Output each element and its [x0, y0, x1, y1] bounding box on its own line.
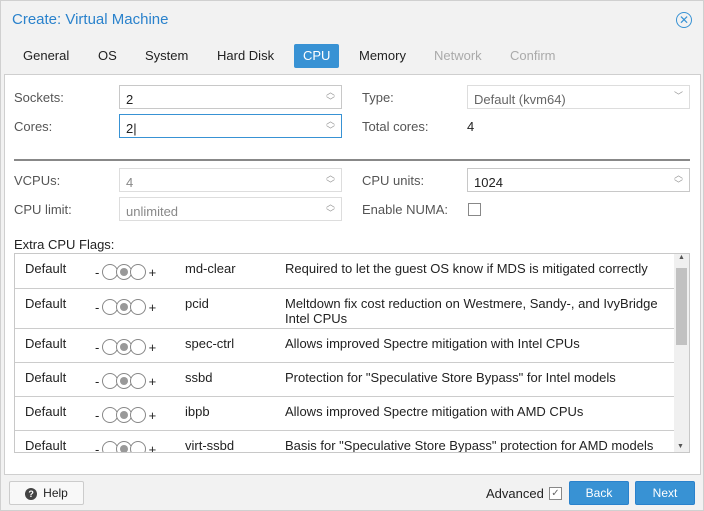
radio-on[interactable]: [129, 373, 146, 389]
cpu-limit-value: unlimited: [126, 204, 179, 219]
flag-row: Default - + md-clear Required to let the…: [15, 254, 675, 289]
flag-name: pcid: [185, 296, 209, 311]
scrollbar-thumb[interactable]: [676, 268, 687, 345]
flag-description: Allows improved Spectre mitigation with …: [285, 336, 580, 351]
flag-state: Default: [25, 261, 67, 276]
flag-state: Default: [25, 370, 67, 385]
dialog-window: Create: Virtual Machine ✕ General OS Sys…: [0, 0, 704, 511]
tab-network: Network: [434, 48, 482, 63]
help-label: Help: [43, 486, 68, 500]
advanced-checkbox[interactable]: ✓: [549, 487, 562, 500]
flag-radio-group: - +: [95, 373, 157, 389]
flag-description: Basis for "Speculative Store Bypass" pro…: [285, 438, 654, 453]
flag-radio-group: - +: [95, 264, 157, 280]
flag-name: ibpb: [185, 404, 210, 419]
radio-on[interactable]: [129, 407, 146, 423]
flag-description: Required to let the guest OS know if MDS…: [285, 261, 648, 276]
flag-state: Default: [25, 296, 67, 311]
spinner-icon[interactable]: ︿ ﹀: [674, 171, 683, 189]
tab-memory[interactable]: Memory: [350, 44, 415, 68]
numa-label: Enable NUMA:: [362, 202, 448, 217]
extra-flags-label: Extra CPU Flags:: [14, 237, 115, 252]
flag-description: Meltdown fix cost reduction on Westmere,…: [285, 296, 658, 326]
flag-state: Default: [25, 336, 67, 351]
back-button[interactable]: Back: [569, 481, 629, 505]
radio-on[interactable]: [129, 339, 146, 355]
dialog-title: Create: Virtual Machine: [12, 11, 169, 28]
numa-checkbox[interactable]: [468, 203, 481, 216]
total-cores-label: Total cores:: [362, 119, 429, 134]
next-button[interactable]: Next: [635, 481, 695, 505]
tab-confirm: Confirm: [510, 48, 556, 63]
tab-hard-disk[interactable]: Hard Disk: [208, 44, 283, 68]
flag-row: Default - + ibpb Allows improved Spectre…: [15, 397, 675, 431]
tab-general[interactable]: General: [14, 44, 78, 68]
flag-state: Default: [25, 438, 67, 453]
radio-on[interactable]: [129, 264, 146, 280]
scrollbar[interactable]: ▲ ▼: [674, 254, 689, 452]
tab-os[interactable]: OS: [89, 44, 126, 68]
cpu-units-label: CPU units:: [362, 173, 425, 188]
spinner-icon[interactable]: ︿ ﹀: [326, 117, 335, 135]
flag-row: Default - + ssbd Protection for "Specula…: [15, 363, 675, 397]
type-select[interactable]: Default (kvm64) ﹀: [467, 85, 690, 109]
flag-name: virt-ssbd: [185, 438, 235, 453]
flag-state: Default: [25, 404, 67, 419]
flag-row: Default - + pcid Meltdown fix cost reduc…: [15, 289, 675, 329]
sockets-label: Sockets:: [14, 90, 64, 105]
flag-row: Default - + virt-ssbd Basis for "Specula…: [15, 431, 675, 453]
tab-cpu[interactable]: CPU: [294, 44, 340, 68]
type-label: Type:: [362, 90, 394, 105]
flag-radio-group: - +: [95, 441, 156, 452]
flag-radio-group: - +: [95, 407, 157, 423]
total-cores-value: 4: [467, 119, 475, 134]
spinner-icon[interactable]: ︿ ﹀: [326, 171, 335, 189]
help-button[interactable]: ? Help: [9, 481, 84, 505]
cores-value: 2: [126, 121, 134, 136]
type-value: Default (kvm64): [474, 92, 566, 107]
cores-label: Cores:: [14, 119, 53, 134]
flag-name: ssbd: [185, 370, 213, 385]
close-icon[interactable]: ✕: [676, 12, 692, 28]
sockets-value: 2: [126, 92, 134, 107]
spinner-icon[interactable]: ︿ ﹀: [326, 200, 335, 218]
sockets-input[interactable]: 2 ︿ ﹀: [119, 85, 342, 109]
vcpus-input[interactable]: 4 ︿ ﹀: [119, 168, 342, 192]
cpu-limit-label: CPU limit:: [14, 202, 72, 217]
cpu-flags-grid: Default - + md-clear Required to let the…: [14, 253, 690, 453]
cpu-units-input[interactable]: 1024 ︿ ﹀: [467, 168, 690, 192]
cpu-units-value: 1024: [474, 175, 503, 190]
spinner-icon[interactable]: ︿ ﹀: [326, 88, 335, 106]
cores-input[interactable]: 2| ︿ ﹀: [119, 114, 342, 138]
flag-name: spec-ctrl: [185, 336, 235, 351]
vcpus-value: 4: [126, 175, 134, 190]
help-icon: ?: [25, 488, 38, 500]
chevron-down-icon[interactable]: ﹀: [674, 92, 683, 101]
flag-description: Protection for "Speculative Store Bypass…: [285, 370, 616, 385]
flag-radio-group: - +: [95, 299, 157, 315]
vcpus-label: VCPUs:: [14, 173, 61, 188]
cpu-limit-input[interactable]: unlimited ︿ ﹀: [119, 197, 342, 221]
flag-radio-group: - +: [95, 339, 157, 355]
radio-on[interactable]: [129, 299, 146, 315]
scroll-up-icon[interactable]: ▲: [674, 254, 689, 261]
flag-name: md-clear: [185, 261, 236, 276]
flag-row: Default - + spec-ctrl Allows improved Sp…: [15, 329, 675, 363]
radio-on[interactable]: [129, 441, 146, 452]
advanced-label: Advanced: [486, 486, 544, 501]
scroll-down-icon[interactable]: ▼: [677, 443, 684, 450]
flag-description: Allows improved Spectre mitigation with …: [285, 404, 584, 419]
divider: [14, 159, 690, 161]
tab-system[interactable]: System: [136, 44, 197, 68]
